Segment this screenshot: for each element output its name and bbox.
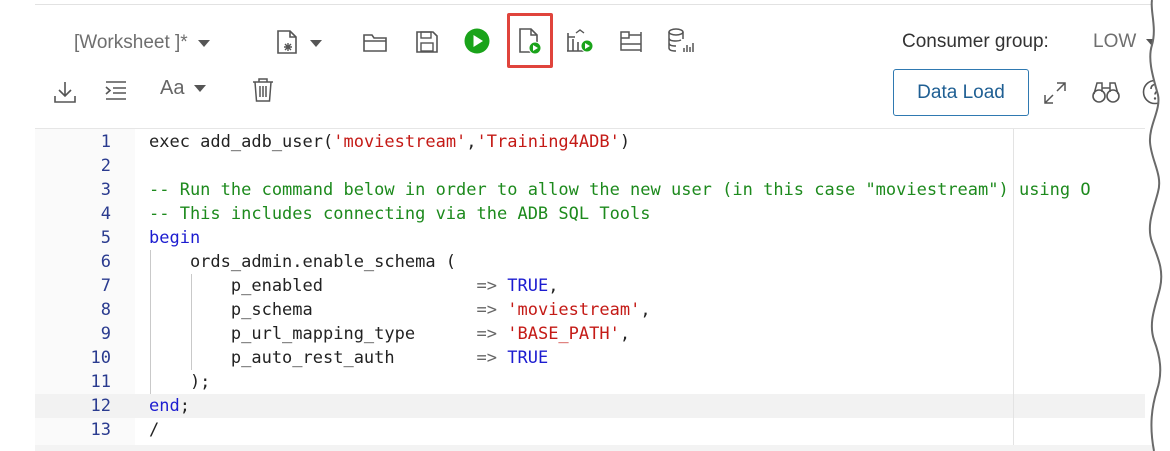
code-line[interactable]: 13 /: [35, 418, 1145, 442]
code-text: -- Run the command below in order to all…: [149, 178, 1091, 202]
code-token: -- This includes connecting via the ADB …: [149, 204, 651, 224]
top-divider: [35, 4, 1170, 5]
code-token: end: [149, 396, 180, 416]
code-token: ,: [466, 132, 477, 152]
chevron-down-icon: [197, 39, 210, 47]
code-text: p_enabled => TRUE,: [149, 274, 559, 298]
code-token: );: [149, 372, 211, 392]
code-text: exec add_adb_user('moviestream','Trainin…: [149, 130, 630, 154]
code-text: );: [149, 370, 210, 394]
consumer-group-label: Consumer group:: [902, 31, 1049, 52]
code-text: ords_admin.enable_schema (: [149, 250, 456, 274]
code-token: 'moviestream': [507, 300, 641, 320]
code-token: TRUE: [507, 348, 549, 368]
autotrace-icon[interactable]: [617, 28, 645, 56]
code-token: p_url_mapping_type: [149, 324, 477, 344]
worksheet-selector[interactable]: [Worksheet ]*: [74, 30, 210, 56]
code-token: =>: [476, 324, 497, 344]
code-token: =>: [476, 348, 497, 368]
code-token: ): [619, 132, 631, 152]
code-text: p_schema => 'moviestream',: [149, 298, 651, 322]
code-line[interactable]: 5 begin: [35, 226, 1145, 250]
download-icon[interactable]: [51, 78, 79, 106]
code-line[interactable]: 10 p_auto_rest_auth => TRUE: [35, 346, 1145, 370]
worksheet-label: [Worksheet ]*: [74, 32, 188, 53]
code-line[interactable]: 1 exec add_adb_user('moviestream','Traini…: [35, 130, 1145, 154]
code-line[interactable]: 12 end;: [35, 394, 1145, 418]
code-text: end;: [149, 394, 190, 418]
code-token: ,: [619, 324, 631, 344]
code-token: exec add_adb_user(: [149, 132, 334, 152]
line-number: 1: [100, 132, 111, 152]
code-token: 'BASE_PATH': [507, 324, 620, 344]
font-size-menu[interactable]: Aa: [160, 77, 207, 100]
code-token: =>: [476, 276, 497, 296]
line-number: 8: [100, 300, 111, 320]
line-number: 11: [90, 372, 111, 392]
format-icon[interactable]: [102, 77, 130, 105]
code-line[interactable]: 2: [35, 154, 1145, 178]
code-text: -- This includes connecting via the ADB …: [149, 202, 651, 226]
code-line[interactable]: 3 -- Run the command below in order to al…: [35, 178, 1145, 202]
code-text: begin: [149, 226, 200, 250]
run-script-icon[interactable]: [515, 27, 543, 55]
code-line[interactable]: 11 );: [35, 370, 1145, 394]
code-line[interactable]: 9 p_url_mapping_type => 'BASE_PATH',: [35, 322, 1145, 346]
expand-icon[interactable]: [1041, 79, 1069, 107]
line-number: 7: [100, 276, 111, 296]
code-token: ,: [640, 300, 651, 320]
code-token: TRUE: [507, 276, 549, 296]
code-token: begin: [149, 228, 201, 248]
code-token: p_schema: [149, 300, 477, 320]
sql-editor[interactable]: 1 exec add_adb_user('moviestream','Traini…: [35, 129, 1145, 445]
line-number: 2: [100, 156, 111, 176]
open-folder-icon[interactable]: [361, 28, 389, 56]
line-number: 4: [100, 204, 111, 224]
run-statement-icon[interactable]: [463, 27, 491, 55]
line-number: 10: [90, 348, 111, 368]
line-number: 5: [100, 228, 111, 248]
line-number: 3: [100, 180, 111, 200]
trash-icon[interactable]: [249, 76, 277, 104]
code-token: ;: [179, 396, 190, 416]
chevron-down-icon: [194, 85, 207, 92]
code-line[interactable]: 6 ords_admin.enable_schema (: [35, 250, 1145, 274]
torn-edge-decoration: [1148, 0, 1170, 451]
code-token: ,: [548, 276, 559, 296]
line-number: 6: [100, 252, 111, 272]
sql-tuning-icon[interactable]: [666, 27, 694, 55]
data-load-button[interactable]: Data Load: [893, 69, 1029, 116]
code-token: /: [149, 420, 160, 440]
code-token: 'moviestream': [333, 132, 467, 152]
explain-plan-icon[interactable]: [565, 27, 595, 55]
new-file-icon[interactable]: [271, 28, 327, 56]
save-icon[interactable]: [413, 28, 441, 56]
code-token: ords_admin.enable_schema (: [149, 252, 457, 272]
code-line[interactable]: 8 p_schema => 'moviestream',: [35, 298, 1145, 322]
line-number: 12: [90, 396, 111, 416]
editor-bottom-bar: [35, 445, 1170, 451]
code-line[interactable]: 7 p_enabled => TRUE,: [35, 274, 1145, 298]
code-text: /: [149, 418, 159, 442]
code-text: p_url_mapping_type => 'BASE_PATH',: [149, 322, 630, 346]
line-number: 13: [90, 420, 111, 440]
indent-guide: [190, 274, 192, 370]
code-token: p_enabled: [149, 276, 477, 296]
print-margin: [1013, 129, 1014, 445]
line-number: 9: [100, 324, 111, 344]
code-token: 'Training4ADB': [476, 132, 620, 152]
code-line[interactable]: 4 -- This includes connecting via the ADB…: [35, 202, 1145, 226]
code-token: -- Run the command below in order to all…: [149, 180, 1091, 200]
font-size-icon: Aa: [160, 77, 185, 99]
code-token: =>: [476, 300, 497, 320]
binoculars-icon[interactable]: [1091, 78, 1121, 106]
code-text: p_auto_rest_auth => TRUE: [149, 346, 548, 370]
code-token: p_auto_rest_auth: [149, 348, 477, 368]
indent-guide: [150, 250, 151, 394]
